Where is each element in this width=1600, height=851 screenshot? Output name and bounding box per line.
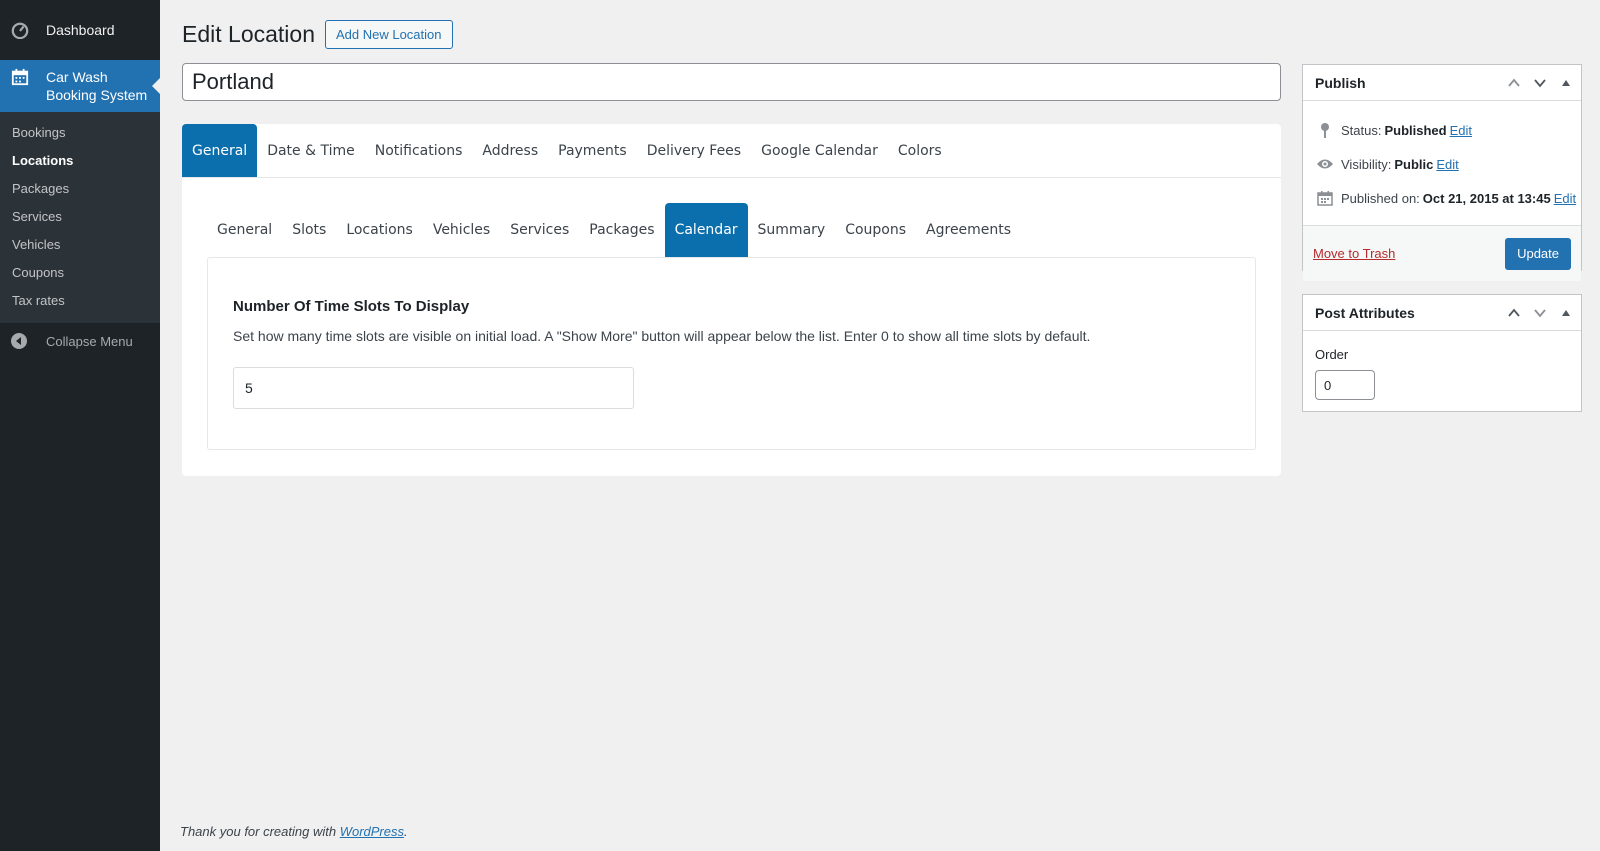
- tab-address[interactable]: Address: [472, 124, 548, 177]
- subtab-general[interactable]: General: [207, 203, 282, 257]
- subtab-services[interactable]: Services: [500, 203, 579, 257]
- menu-dashboard-label: Dashboard: [46, 22, 115, 38]
- tab-delivery-fees[interactable]: Delivery Fees: [637, 124, 751, 177]
- submenu-item-locations[interactable]: Locations: [0, 147, 160, 175]
- primary-tabs: General Date & Time Notifications Addres…: [182, 124, 1281, 178]
- update-button[interactable]: Update: [1505, 237, 1571, 270]
- published-value: Oct 21, 2015 at 13:45: [1422, 190, 1551, 206]
- status-value: Published: [1384, 122, 1447, 138]
- move-up-icon[interactable]: [1505, 74, 1523, 92]
- submenu-item-bookings[interactable]: Bookings: [0, 119, 160, 147]
- setting-description: Set how many time slots are visible on i…: [233, 328, 1091, 344]
- publish-actions: Move to Trash Update: [1303, 225, 1581, 281]
- submenu-item-tax-rates[interactable]: Tax rates: [0, 287, 160, 315]
- add-new-location-button[interactable]: Add New Location: [324, 20, 453, 49]
- post-attributes-box: Post Attributes Order 0: [1302, 294, 1582, 412]
- subtab-summary[interactable]: Summary: [748, 203, 836, 257]
- status-row: Status: Published Edit: [1303, 113, 1581, 147]
- published-label: Published on:: [1341, 190, 1420, 206]
- order-label: Order: [1315, 347, 1349, 362]
- move-down-icon[interactable]: [1531, 74, 1549, 92]
- status-label: Status:: [1341, 122, 1382, 138]
- page-heading: Edit Location Add New Location: [182, 20, 453, 49]
- tab-notifications[interactable]: Notifications: [365, 124, 473, 177]
- collapse-menu-label: Collapse Menu: [46, 333, 133, 349]
- footer-suffix: .: [404, 824, 408, 839]
- menu-car-wash-line1: Car Wash: [46, 69, 108, 85]
- admin-footer: Thank you for creating with WordPress.: [180, 824, 408, 839]
- publish-box-title: Publish: [1315, 74, 1366, 91]
- menu-dashboard[interactable]: Dashboard: [0, 0, 160, 60]
- toggle-panel-icon[interactable]: [1557, 304, 1575, 322]
- menu-car-wash-booking[interactable]: Car Wash Booking System: [0, 60, 160, 112]
- tab-google-calendar[interactable]: Google Calendar: [751, 124, 888, 177]
- tab-date-time[interactable]: Date & Time: [257, 124, 365, 177]
- published-on-row: Published on: Oct 21, 2015 at 13:45 Edit: [1303, 181, 1581, 215]
- post-attributes-header: Post Attributes: [1303, 295, 1581, 331]
- admin-sidebar: Dashboard Car Wash Booking System Bookin…: [0, 0, 160, 851]
- page-title: Edit Location: [182, 21, 315, 47]
- post-title-input[interactable]: Portland: [182, 63, 1281, 101]
- submenu-item-vehicles[interactable]: Vehicles: [0, 231, 160, 259]
- calendar-small-icon: [1315, 188, 1335, 208]
- post-attributes-title: Post Attributes: [1315, 304, 1415, 321]
- visibility-label: Visibility:: [1341, 156, 1392, 172]
- footer-text: Thank you for creating with: [180, 824, 340, 839]
- subtab-slots[interactable]: Slots: [282, 203, 336, 257]
- subtab-locations[interactable]: Locations: [336, 203, 423, 257]
- move-up-icon[interactable]: [1505, 304, 1523, 322]
- secondary-tabs: General Slots Locations Vehicles Service…: [207, 203, 1021, 257]
- main-content: Edit Location Add New Location Portland …: [160, 0, 1600, 851]
- publish-box-header: Publish: [1303, 65, 1581, 101]
- move-to-trash-link[interactable]: Move to Trash: [1313, 246, 1395, 261]
- menu-car-wash-label: Car Wash Booking System: [46, 68, 147, 104]
- visibility-row: Visibility: Public Edit: [1303, 147, 1581, 181]
- setting-heading: Number Of Time Slots To Display: [233, 298, 470, 315]
- submenu-item-packages[interactable]: Packages: [0, 175, 160, 203]
- subtab-coupons[interactable]: Coupons: [835, 203, 916, 257]
- collapse-icon: [10, 332, 28, 350]
- submenu-item-coupons[interactable]: Coupons: [0, 259, 160, 287]
- tab-colors[interactable]: Colors: [888, 124, 952, 177]
- subtab-packages[interactable]: Packages: [579, 203, 664, 257]
- dashboard-icon: [10, 20, 30, 40]
- calendar-icon: [10, 67, 30, 87]
- visibility-value: Public: [1394, 156, 1434, 172]
- edit-status-link[interactable]: Edit: [1450, 123, 1472, 138]
- tab-general[interactable]: General: [182, 124, 258, 177]
- collapse-menu-button[interactable]: Collapse Menu: [0, 323, 160, 359]
- setting-section: Number Of Time Slots To Display Set how …: [207, 257, 1256, 450]
- edit-date-link[interactable]: Edit: [1554, 191, 1576, 206]
- submenu-item-services[interactable]: Services: [0, 203, 160, 231]
- toggle-panel-icon[interactable]: [1557, 74, 1575, 92]
- edit-visibility-link[interactable]: Edit: [1436, 157, 1458, 172]
- subtab-calendar[interactable]: Calendar: [664, 203, 748, 257]
- order-input[interactable]: 0: [1315, 370, 1375, 400]
- wordpress-link[interactable]: WordPress: [340, 824, 404, 839]
- time-slots-input[interactable]: 5: [233, 367, 634, 409]
- submenu: Bookings Locations Packages Services Veh…: [0, 112, 160, 323]
- eye-icon: [1315, 154, 1335, 174]
- subtab-vehicles[interactable]: Vehicles: [423, 203, 500, 257]
- subtab-agreements[interactable]: Agreements: [916, 203, 1021, 257]
- settings-panel: General Date & Time Notifications Addres…: [182, 124, 1281, 476]
- menu-car-wash-line2: Booking System: [46, 87, 148, 103]
- pin-icon: [1315, 120, 1335, 140]
- tab-payments[interactable]: Payments: [548, 124, 637, 177]
- move-down-icon[interactable]: [1531, 304, 1549, 322]
- publish-box: Publish Status: Published Edit Visibilit…: [1302, 64, 1582, 281]
